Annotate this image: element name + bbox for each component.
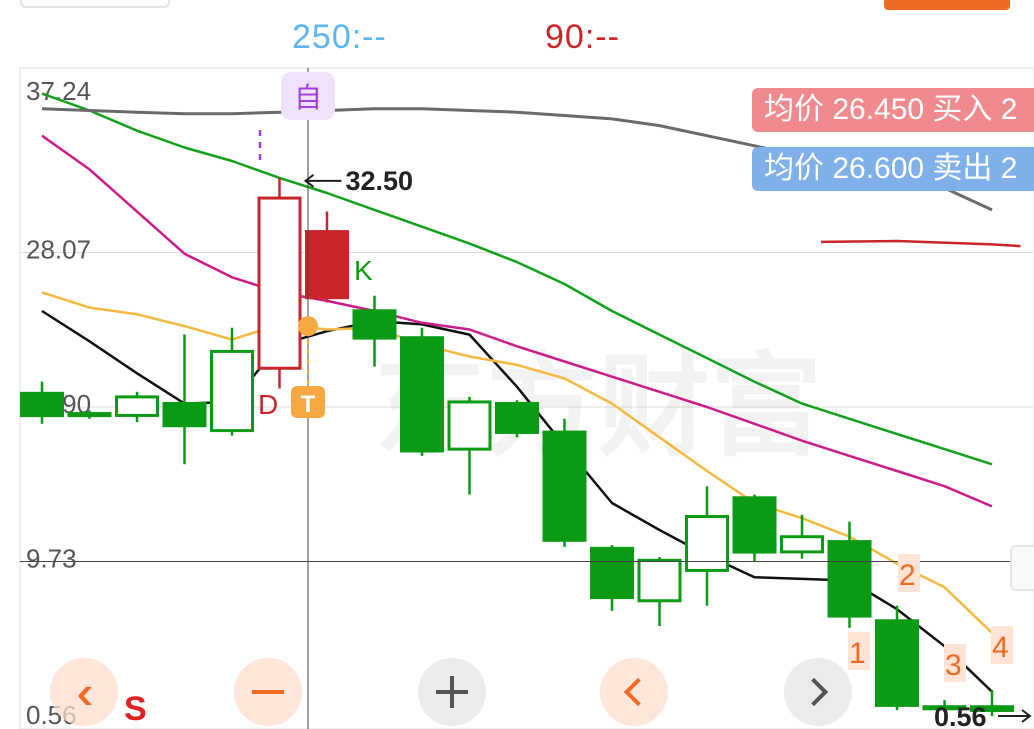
t-label: T (301, 391, 316, 418)
candle-body (162, 401, 207, 428)
buy-average-tag[interactable]: 均价 26.450 买入 2 (752, 88, 1034, 132)
minus-icon (252, 690, 284, 694)
marker-4: 4 (992, 631, 1009, 664)
candle-body (542, 430, 587, 542)
candle-body (780, 535, 824, 554)
candle-body (400, 336, 444, 453)
candle-body (257, 196, 302, 370)
candle-body (875, 619, 919, 707)
marker-1: 1 (849, 637, 866, 670)
candle-body (20, 391, 64, 418)
double-chevron-left-icon: ‹‹ (76, 666, 92, 718)
marker-2: 2 (899, 559, 916, 592)
candle-body (495, 401, 539, 434)
candle-body (305, 230, 349, 300)
zoom-in-button[interactable] (418, 658, 486, 726)
y-tick-label: 37.24 (26, 76, 91, 106)
k-marker-label: K (354, 255, 373, 286)
candle-body (637, 558, 682, 603)
y-tick-label: 9.73 (26, 544, 77, 574)
s-marker: S (124, 690, 147, 728)
side-panel-handle[interactable] (1010, 545, 1034, 591)
ma-line (820, 239, 1021, 248)
candle-body (590, 546, 634, 600)
candle-body (685, 515, 729, 572)
candle-body (827, 540, 872, 618)
scroll-left-button[interactable]: ‹‹ (50, 658, 118, 726)
t-dot (298, 316, 318, 337)
low-price-label: 0.56 (934, 702, 987, 729)
candle-body (732, 496, 777, 554)
candle-body (210, 349, 254, 433)
y-tick-label: 28.07 (26, 235, 91, 265)
plus-icon (436, 676, 468, 708)
candle-body (115, 395, 159, 417)
candle-body (67, 412, 112, 418)
sell-average-tag[interactable]: 均价 26.600 卖出 2 (752, 147, 1034, 191)
marker-3: 3 (945, 649, 962, 682)
zoom-out-button[interactable] (234, 658, 302, 726)
candle-body (447, 400, 492, 451)
chevron-left-icon (623, 677, 653, 707)
zi-label: 自 (294, 82, 322, 113)
d-marker-label: D (258, 389, 278, 420)
candle-body (352, 309, 397, 340)
kline-chart-screen: 250:-- 90:-- 东方财富 37.2428.0718.909.730.5… (0, 0, 1034, 729)
high-price-label: 32.50 (346, 166, 414, 196)
chevron-right-icon (799, 677, 829, 707)
previous-button[interactable] (600, 658, 668, 726)
next-button[interactable] (784, 658, 852, 726)
